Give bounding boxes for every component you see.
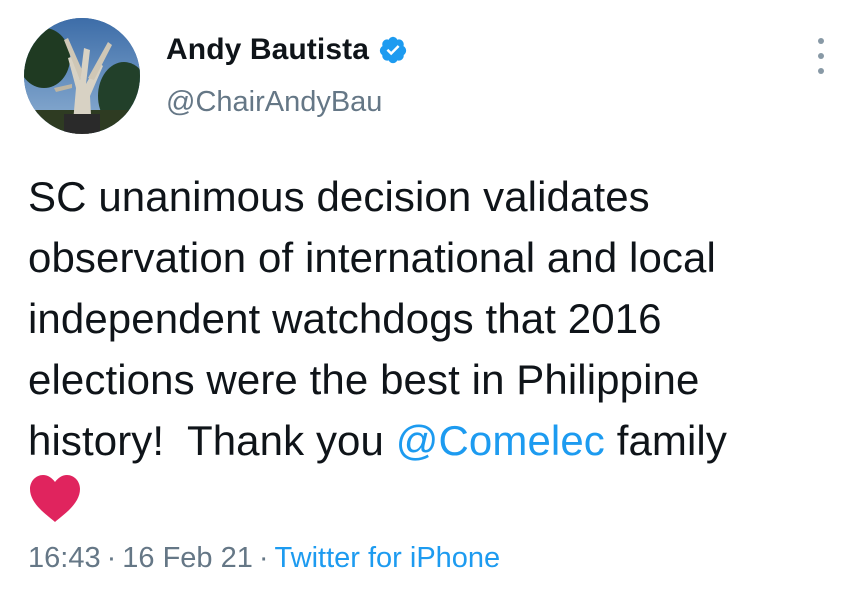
more-vertical-icon-dot	[818, 53, 824, 59]
tweet-text-line: elections were the best in Philippine	[28, 356, 700, 403]
tweet-text-line: SC unanimous decision validates	[28, 173, 650, 220]
meta-separator: ·	[106, 542, 117, 574]
tweet-time[interactable]: 16:43	[28, 542, 101, 574]
tweet-text: SC unanimous decision validates observat…	[28, 166, 848, 471]
tweet-text-segment: family	[604, 417, 727, 464]
more-vertical-icon-dot	[818, 68, 824, 74]
tweet-text-line: independent watchdogs that 2016	[28, 295, 662, 342]
tweet-meta: 16:43 · 16 Feb 21 · Twitter for iPhone	[28, 542, 500, 575]
tweet-source-link[interactable]: Twitter for iPhone	[275, 542, 501, 574]
red-heart-icon	[28, 474, 82, 524]
tweet-text-line-last: history! Thank you @Comelec family	[28, 410, 848, 471]
mention-link[interactable]: @Comelec	[396, 417, 605, 464]
profile-photo-tree-icon	[24, 18, 140, 134]
tweet-date[interactable]: 16 Feb 21	[122, 542, 253, 574]
verified-badge-icon	[378, 35, 408, 65]
tweet-text-segment: history! Thank you	[28, 417, 396, 464]
tweet-card: Andy Bautista @ChairAndyBau SC unanimous…	[0, 0, 864, 591]
tweet-text-line: observation of international and local	[28, 234, 716, 281]
meta-separator: ·	[258, 542, 269, 574]
display-name[interactable]: Andy Bautista	[166, 33, 369, 67]
more-options-button[interactable]	[806, 36, 836, 76]
display-name-row[interactable]: Andy Bautista	[166, 30, 408, 70]
avatar[interactable]	[24, 18, 140, 134]
user-handle[interactable]: @ChairAndyBau	[166, 86, 382, 119]
more-vertical-icon-dot	[818, 38, 824, 44]
